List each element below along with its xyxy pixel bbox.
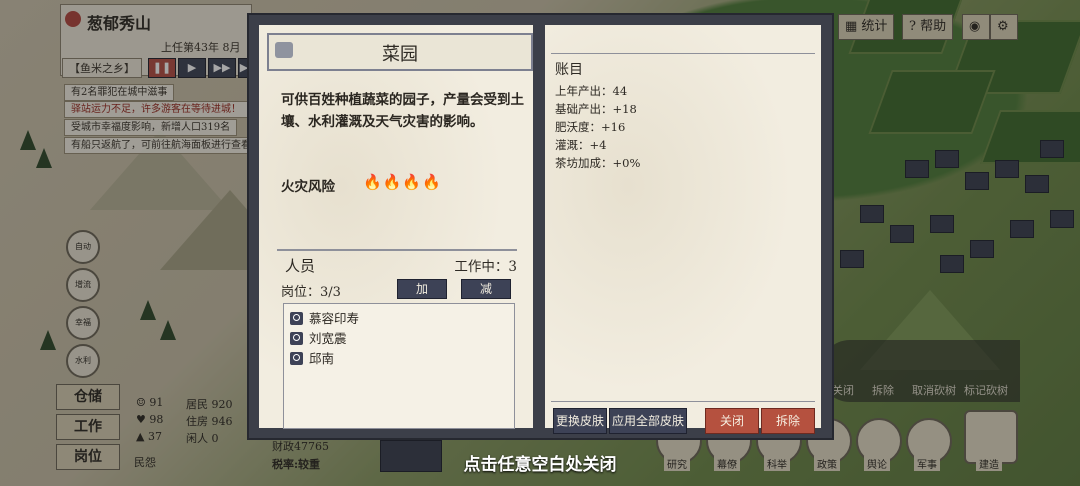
divider [551,53,815,54]
list-item[interactable]: 邱南 [290,350,334,368]
demolish-button[interactable]: 拆除 [761,408,815,434]
apply-all-skin-button[interactable]: 应用全部皮肤 [609,408,687,434]
title-bar: 菜园 [267,33,533,71]
people-heading: 人员 [285,257,316,275]
divider [277,249,517,251]
building-detail-pane: 菜园 可供百姓种植蔬菜的园子，产量会受到土壤、水利灌溉及天气灾害的影响。 火灾风… [259,25,533,429]
close-button[interactable]: 关闭 [705,408,759,434]
divider [551,401,815,402]
ledger-pane: 账目 上年产出：44 基础产出：+18 肥沃度：+16 灌溉：+4 茶坊加成：+… [543,25,821,434]
ledger-line: 灌溉：+4 [555,138,607,152]
search-icon[interactable] [290,332,303,345]
search-icon[interactable] [290,312,303,325]
ledger-title: 账目 [555,62,583,78]
building-info-dialog: 菜园 可供百姓种植蔬菜的园子，产量会受到土壤、水利灌溉及天气灾害的影响。 火灾风… [247,13,834,440]
search-icon[interactable] [290,352,303,365]
building-description: 可供百姓种植蔬菜的园子，产量会受到土壤、水利灌溉及天气灾害的影响。 [281,92,524,130]
ledger-line: 基础产出：+18 [555,102,637,116]
add-worker-button[interactable]: 加 [397,279,447,299]
close-hint: 点击任意空白处关闭 [463,455,617,475]
post-count: 岗位：3/3 [281,285,341,300]
ledger-line: 茶坊加成：+0% [555,156,641,170]
working-count: 工作中：3 [454,259,517,275]
list-item[interactable]: 慕容印寿 [290,310,359,328]
remove-worker-button[interactable]: 减 [461,279,511,299]
people-list: 慕容印寿 刘宽震 邱南 [283,303,515,429]
building-title: 菜园 [382,44,418,65]
fire-risk-label: 火灾风险 [281,179,335,195]
ledger-line: 肥沃度：+16 [555,120,626,134]
ledger-line: 上年产出：44 [555,84,628,98]
list-item[interactable]: 刘宽震 [290,330,347,348]
fire-risk-icon: 🔥🔥🔥🔥 [363,173,442,191]
change-skin-button[interactable]: 更换皮肤 [553,408,607,434]
